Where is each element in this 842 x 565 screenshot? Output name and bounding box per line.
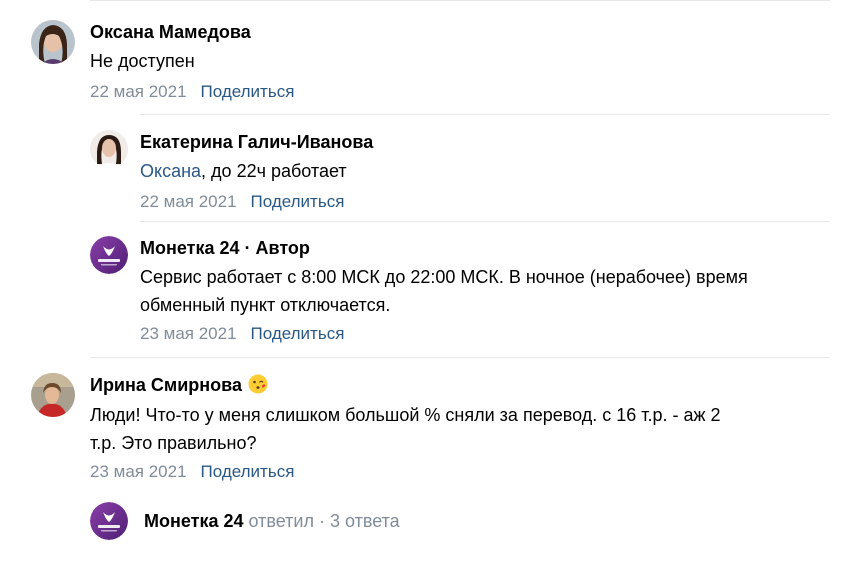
replies-summary-count[interactable]: 3 ответа <box>330 511 400 531</box>
replies-summary-action: ответил <box>248 511 314 531</box>
comment-text: Сервис работает с 8:00 МСК до 22:00 МСК.… <box>140 263 748 319</box>
comment-date[interactable]: 23 мая 2021 <box>140 324 237 343</box>
comment-text: Оксана, до 22ч работает <box>140 157 373 185</box>
share-button[interactable]: Поделиться <box>201 462 295 481</box>
monetka-logo-icon <box>90 236 128 274</box>
comment-author[interactable]: Монетка 24 <box>140 238 240 258</box>
share-button[interactable]: Поделиться <box>251 192 345 211</box>
avatar-photo-icon <box>31 373 75 417</box>
replies-summary-author[interactable]: Монетка 24 <box>144 511 244 531</box>
share-button[interactable]: Поделиться <box>201 82 295 101</box>
replies-summary-dot: · <box>318 511 325 531</box>
avatar-oksana[interactable] <box>31 20 75 64</box>
comment-meta: 23 мая 2021 Поделиться <box>90 461 721 483</box>
comment-meta: 23 мая 2021 Поделиться <box>140 323 748 345</box>
share-button[interactable]: Поделиться <box>251 324 345 343</box>
comment-meta: 22 мая 2021 Поделиться <box>140 191 373 213</box>
avatar-ekaterina[interactable] <box>90 130 128 168</box>
divider <box>90 357 830 358</box>
divider <box>140 221 830 222</box>
comment-text-line: обменный пункт отключается. <box>140 295 391 315</box>
comment-text-rest: , до 22ч работает <box>201 161 347 181</box>
avatar-photo-icon <box>31 20 75 64</box>
comment-author-line: Ирина Смирнова <box>90 374 721 399</box>
comment-author-line: Монетка 24 · Автор <box>140 237 748 259</box>
avatar-irina[interactable] <box>31 373 75 417</box>
comment-meta: 22 мая 2021 Поделиться <box>90 81 294 103</box>
comment-text-line: т.р. Это правильно? <box>90 433 257 453</box>
avatar-photo-icon <box>90 130 128 168</box>
kissing-face-emoji-icon <box>248 374 268 399</box>
divider <box>140 114 830 115</box>
avatar-monetka[interactable] <box>90 236 128 274</box>
avatar-monetka[interactable] <box>90 502 128 540</box>
comment-text-line: Сервис работает с 8:00 МСК до 22:00 МСК.… <box>140 267 748 287</box>
comment-date[interactable]: 22 мая 2021 <box>140 192 237 211</box>
comment-date[interactable]: 23 мая 2021 <box>90 462 187 481</box>
comment-text-line: Люди! Что-то у меня слишком большой % сн… <box>90 405 721 425</box>
comment-text: Люди! Что-то у меня слишком большой % сн… <box>90 401 721 457</box>
comment-date[interactable]: 22 мая 2021 <box>90 82 187 101</box>
top-divider <box>90 0 830 1</box>
author-separator: · <box>239 238 256 258</box>
replies-summary[interactable]: Монетка 24 ответил · 3 ответа <box>144 510 400 532</box>
comment-text: Не доступен <box>90 51 195 71</box>
mention-link[interactable]: Оксана <box>140 161 201 181</box>
comment-author[interactable]: Екатерина Галич-Иванова <box>140 131 373 153</box>
comment-author[interactable]: Оксана Мамедова <box>90 21 294 43</box>
author-badge: Автор <box>255 238 310 258</box>
comment-author[interactable]: Ирина Смирнова <box>90 375 242 395</box>
monetka-logo-icon <box>90 502 128 540</box>
